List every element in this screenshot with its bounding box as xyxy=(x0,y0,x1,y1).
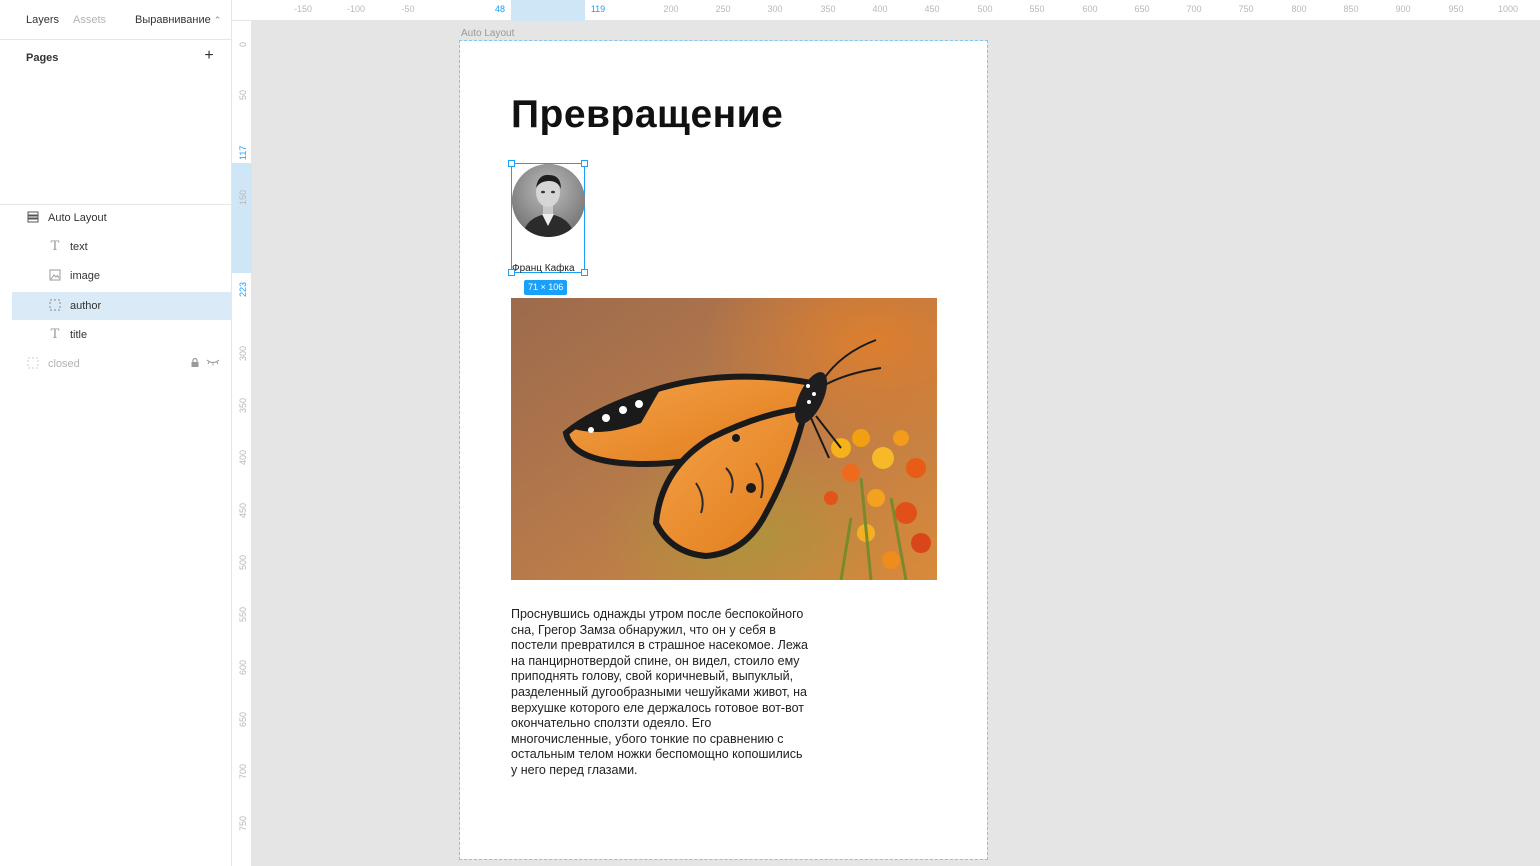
ruler-tick-selected: 117 xyxy=(238,145,248,160)
text-icon: T xyxy=(50,239,60,254)
ruler-tick: 300 xyxy=(238,345,248,361)
ruler-tick: 700 xyxy=(1186,4,1202,14)
ruler-tick: 700 xyxy=(238,763,248,779)
ruler-tick: 650 xyxy=(238,711,248,727)
ruler-tick: 50 xyxy=(238,89,248,100)
ruler-tick: 850 xyxy=(1343,4,1359,14)
ruler-tick: 300 xyxy=(767,4,783,14)
layer-label: image xyxy=(70,270,100,282)
resize-handle[interactable] xyxy=(508,269,515,276)
frame-icon xyxy=(26,357,40,371)
layer-text[interactable]: T text xyxy=(12,233,232,261)
author-avatar xyxy=(512,164,585,237)
add-page-button[interactable]: + xyxy=(201,48,217,64)
ruler-tick: -100 xyxy=(346,4,366,14)
tab-align[interactable]: Выравнивание ⌃ xyxy=(135,14,221,26)
image-icon xyxy=(48,269,62,283)
layer-closed[interactable]: closed xyxy=(12,350,232,378)
horizontal-ruler: -150 -100 -50 48 119 200 250 300 350 400… xyxy=(232,0,1540,21)
author-name[interactable]: Франц Кафка xyxy=(512,263,575,274)
text-icon: T xyxy=(50,327,60,342)
hidden-eye-icon[interactable] xyxy=(206,357,220,371)
layer-auto-layout[interactable]: Auto Layout xyxy=(12,204,232,232)
ruler-tick: -150 xyxy=(293,4,313,14)
panel-tabs: Layers Assets Выравнивание ⌃ xyxy=(0,0,232,40)
layer-title[interactable]: T title xyxy=(12,321,232,349)
ruler-tick: 950 xyxy=(1448,4,1464,14)
ruler-tick: 600 xyxy=(1082,4,1098,14)
layer-label: author xyxy=(70,300,102,312)
resize-handle[interactable] xyxy=(581,160,588,167)
dimension-badge: 71 × 106 xyxy=(524,280,568,295)
butterfly-image[interactable] xyxy=(511,298,937,580)
ruler-tick: 550 xyxy=(238,606,248,622)
auto-layout-icon xyxy=(26,211,40,225)
auto-layout-frame[interactable]: Превращение Франц Кафка 71 × 106 Проснув… xyxy=(459,40,988,860)
layer-label: Auto Layout xyxy=(48,212,107,224)
chevron-up-icon: ⌃ xyxy=(213,15,222,25)
ruler-tick: 400 xyxy=(238,449,248,465)
ruler-tick: 450 xyxy=(238,502,248,518)
body-text[interactable]: Проснувшись однажды утром после беспокой… xyxy=(511,607,811,779)
ruler-tick: 200 xyxy=(663,4,679,14)
ruler-tick: -50 xyxy=(401,4,415,14)
author-selection[interactable]: Франц Кафка xyxy=(508,160,588,276)
ruler-tick: 650 xyxy=(1134,4,1150,14)
layer-image[interactable]: image xyxy=(12,262,232,290)
tab-layers[interactable]: Layers xyxy=(26,14,59,26)
ruler-tick: 350 xyxy=(820,4,836,14)
ruler-tick: 350 xyxy=(238,397,248,413)
ruler-tick: 1000 xyxy=(1497,4,1519,14)
ruler-tick: 150 xyxy=(238,189,248,205)
ruler-tick: 0 xyxy=(238,41,248,47)
ruler-tick: 550 xyxy=(1029,4,1045,14)
ruler-tick-selected: 223 xyxy=(238,281,248,297)
lock-icon[interactable] xyxy=(188,357,202,371)
pages-title: Pages xyxy=(26,52,59,64)
ruler-tick: 450 xyxy=(924,4,940,14)
document-title[interactable]: Превращение xyxy=(511,93,783,137)
tab-assets[interactable]: Assets xyxy=(73,14,106,26)
ruler-tick: 750 xyxy=(1238,4,1254,14)
vertical-ruler: 0 50 117 150 223 300 350 400 450 500 550… xyxy=(232,21,252,866)
ruler-tick: 500 xyxy=(238,554,248,570)
ruler-tick: 750 xyxy=(238,815,248,831)
tab-align-label: Выравнивание xyxy=(135,14,211,26)
layer-label: text xyxy=(70,241,88,253)
ruler-tick: 900 xyxy=(1395,4,1411,14)
layer-label: title xyxy=(70,329,88,341)
layer-author[interactable]: author xyxy=(12,292,232,320)
resize-handle[interactable] xyxy=(581,269,588,276)
ruler-selection-highlight xyxy=(232,163,252,273)
frame-label[interactable]: Auto Layout xyxy=(461,28,514,39)
ruler-tick: 400 xyxy=(872,4,888,14)
ruler-selection-highlight xyxy=(511,0,585,21)
ruler-tick: 600 xyxy=(238,659,248,675)
ruler-tick: 800 xyxy=(1291,4,1307,14)
layers-panel: Layers Assets Выравнивание ⌃ Pages + Auto… xyxy=(0,0,232,866)
frame-icon xyxy=(48,299,62,313)
resize-handle[interactable] xyxy=(508,160,515,167)
ruler-tick-selected: 48 xyxy=(494,4,506,14)
layer-label: closed xyxy=(48,358,80,370)
ruler-tick: 500 xyxy=(977,4,993,14)
ruler-tick-selected: 119 xyxy=(590,4,606,14)
ruler-tick: 250 xyxy=(715,4,731,14)
